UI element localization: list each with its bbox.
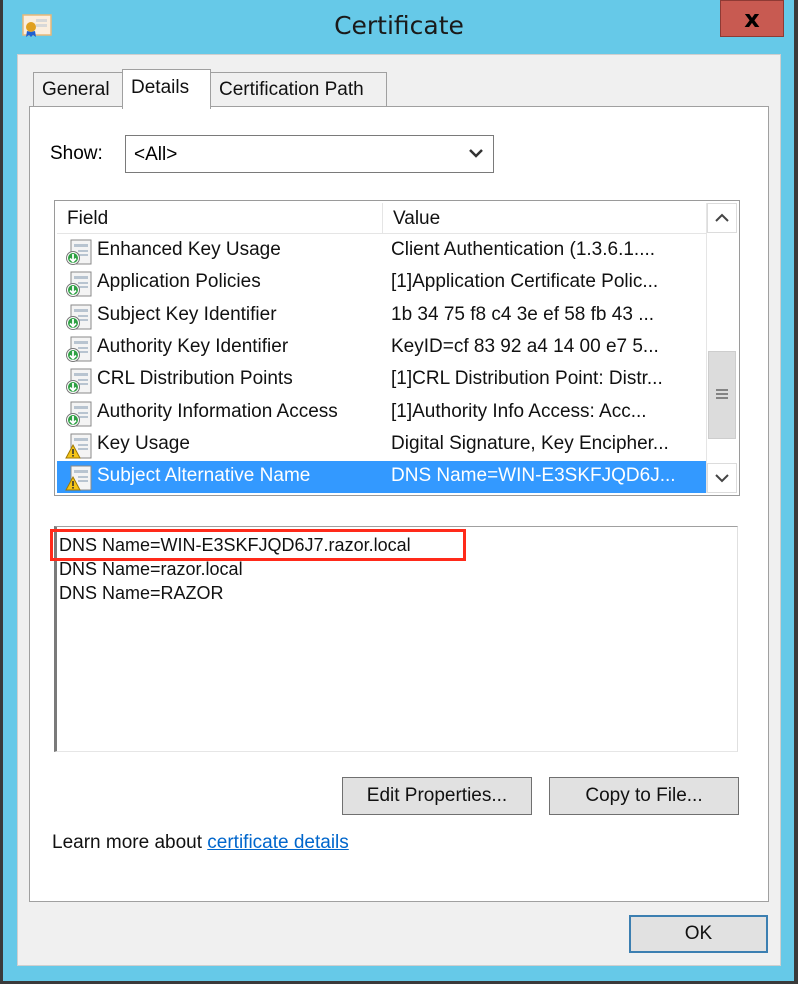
extension-icon [65,270,93,298]
extension-icon [65,335,93,363]
row-field: CRL Distribution Points [97,368,293,390]
close-button[interactable]: x [720,0,784,37]
row-value: [1]CRL Distribution Point: Distr... [391,368,663,390]
window-title: Certificate [334,11,464,40]
tab-certification-path[interactable]: Certification Path [210,72,387,106]
chevron-down-icon [715,474,729,483]
list-header: Field Value [57,203,707,234]
row-field: Application Policies [97,271,261,293]
extension-icon [65,238,93,266]
row-value: KeyID=cf 83 92 a4 14 00 e7 5... [391,335,659,357]
scroll-up-button[interactable] [707,203,737,233]
show-dropdown[interactable]: <All> [125,135,494,173]
list-row[interactable]: Subject Alternative Name DNS Name=WIN-E3S… [57,461,707,494]
row-field: Key Usage [97,432,190,454]
row-field: Enhanced Key Usage [97,239,281,260]
details-line: DNS Name=RAZOR [59,583,224,603]
row-value: 1b 34 75 f8 c4 3e ef 58 fb 43 ... [391,303,655,325]
show-label: Show: [50,143,103,164]
row-field: Authority Key Identifier [97,335,289,357]
row-field: Authority Information Access [97,400,338,422]
row-value: Client Authentication (1.3.6.1.... [391,239,656,260]
list-row[interactable]: Key Usage Digital Signature, Key Encipher… [57,429,707,461]
critical-extension-icon [65,432,93,460]
list-scrollbar[interactable] [706,203,737,493]
learn-more-text: Learn more about certificate details [52,832,349,854]
critical-extension-icon [65,464,93,492]
scroll-down-button[interactable] [707,463,737,493]
row-value: Digital Signature, Key Encipher... [391,432,669,454]
row-value: DNS Name=WIN-E3SKFJQD6J... [391,465,676,487]
grip-icon [716,389,728,399]
row-value: [1]Application Certificate Polic... [391,271,659,293]
row-value: [1]Authority Info Access: Acc... [391,400,647,422]
window-border-left [0,0,3,984]
details-line: DNS Name=WIN-E3SKFJQD6J7.razor.local [59,535,411,555]
list-row[interactable]: CRL Distribution Points [1]CRL Distributi… [57,364,707,396]
list-row[interactable]: Enhanced Key Usage Client Authentication … [57,235,707,267]
tab-details[interactable]: Details [122,69,211,109]
chevron-down-icon [469,149,483,158]
learn-more-prefix: Learn more about [52,832,208,853]
window-border-right [794,0,798,984]
close-icon: x [744,4,760,33]
row-field: Subject Key Identifier [97,303,277,325]
show-dropdown-value: <All> [134,144,178,165]
ok-button[interactable]: OK [629,915,768,953]
column-header-field[interactable]: Field [57,203,383,233]
chevron-up-icon [715,213,729,222]
copy-to-file-button[interactable]: Copy to File... [549,777,739,815]
extension-icon [65,400,93,428]
column-header-value[interactable]: Value [383,203,707,233]
extension-icon [65,367,93,395]
list-row[interactable]: Authority Key Identifier KeyID=cf 83 92 a… [57,332,707,364]
list-row[interactable]: Application Policies [1]Application Certi… [57,267,707,299]
extension-icon [65,303,93,331]
tab-general[interactable]: General [33,72,123,106]
fields-list[interactable]: Field Value Enhanced Key Usage Client Aut… [54,200,740,496]
details-line: DNS Name=razor.local [59,559,243,579]
edit-properties-button[interactable]: Edit Properties... [342,777,532,815]
scroll-thumb[interactable] [708,351,736,439]
field-value-details[interactable]: DNS Name=WIN-E3SKFJQD6J7.razor.local DNS… [54,526,738,752]
list-row[interactable]: Subject Key Identifier 1b 34 75 f8 c4 3e … [57,300,707,332]
certificate-details-link[interactable]: certificate details [207,832,349,853]
list-row[interactable]: Authority Information Access [1]Authority… [57,397,707,429]
row-field: Subject Alternative Name [97,465,311,487]
